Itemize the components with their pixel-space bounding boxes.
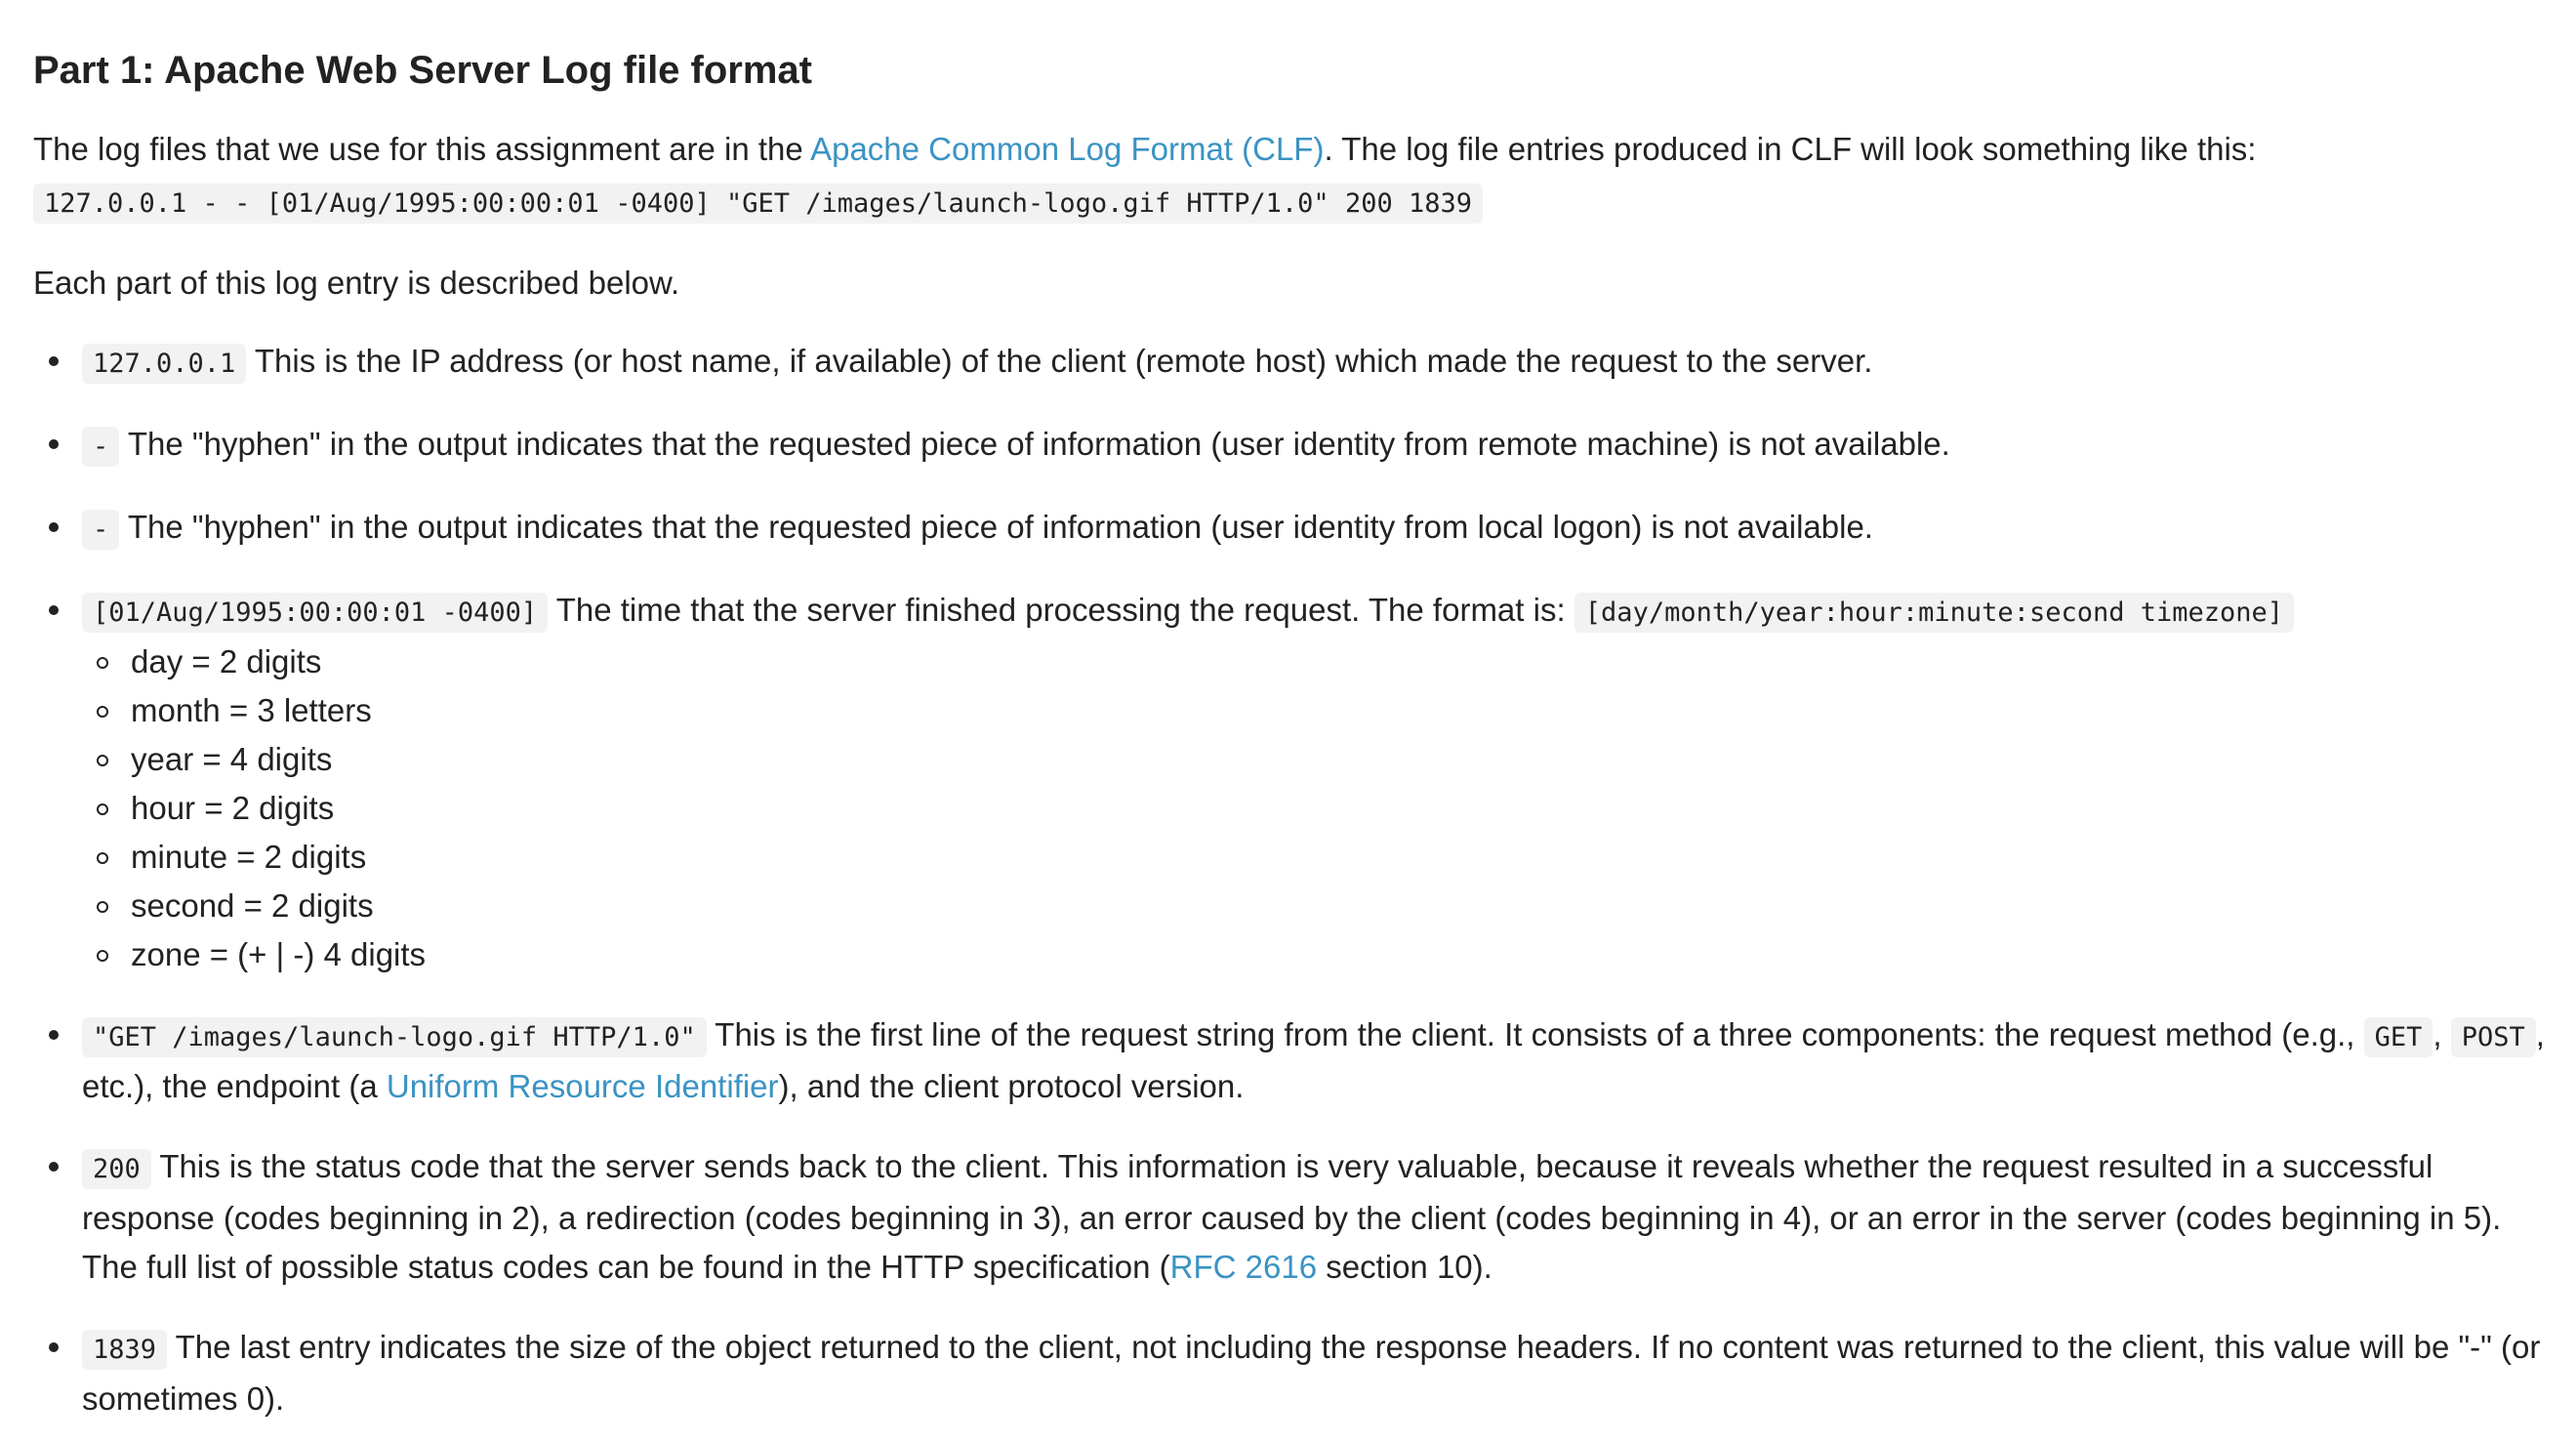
hyphen-local-description: The "hyphen" in the output indicates tha… — [119, 509, 1873, 545]
size-code: 1839 — [82, 1330, 168, 1370]
format-item-zone: zone = (+ | -) 4 digits — [82, 930, 2561, 979]
format-item-day: day = 2 digits — [82, 638, 2561, 686]
intro-text-after: . The log file entries produced in CLF w… — [1324, 131, 2257, 167]
sample-log-line: 127.0.0.1 - - [01/Aug/1995:00:00:01 -040… — [33, 178, 2576, 227]
format-item-year: year = 4 digits — [82, 735, 2561, 784]
status-code: 200 — [82, 1149, 151, 1189]
hyphen-local-code: - — [82, 510, 120, 550]
document-page: Part 1: Apache Web Server Log file forma… — [0, 0, 2576, 1442]
format-item-second: second = 2 digits — [82, 882, 2561, 930]
ip-description: This is the IP address (or host name, if… — [246, 343, 1873, 379]
list-item-time: [01/Aug/1995:00:00:01 -0400] The time th… — [33, 586, 2561, 979]
post-method-code: POST — [2450, 1017, 2536, 1057]
list-item-request: "GET /images/launch-logo.gif HTTP/1.0" T… — [33, 1010, 2561, 1111]
status-description-2: section 10). — [1317, 1249, 1492, 1285]
format-item-month: month = 3 letters — [82, 686, 2561, 735]
hyphen-remote-code: - — [82, 427, 120, 467]
list-item-size: 1839 The last entry indicates the size o… — [33, 1323, 2561, 1423]
rfc-2616-link[interactable]: RFC 2616 — [1170, 1249, 1317, 1285]
size-description: The last entry indicates the size of the… — [82, 1329, 2541, 1417]
method-separator: , — [2433, 1016, 2451, 1052]
request-description-1: This is the first line of the request st… — [706, 1016, 2364, 1052]
format-item-minute: minute = 2 digits — [82, 833, 2561, 882]
intro-paragraph: The log files that we use for this assig… — [33, 125, 2576, 174]
page-title: Part 1: Apache Web Server Log file forma… — [33, 49, 812, 92]
log-field-list: 127.0.0.1 This is the IP address (or hos… — [33, 337, 2561, 1423]
list-item-hyphen-remote: - The "hyphen" in the output indicates t… — [33, 420, 2561, 472]
time-description: The time that the server finished proces… — [548, 592, 1574, 628]
list-item-ip: 127.0.0.1 This is the IP address (or hos… — [33, 337, 2561, 389]
hyphen-remote-description: The "hyphen" in the output indicates tha… — [119, 426, 1950, 462]
time-format-code: [day/month/year:hour:minute:second timez… — [1574, 593, 2295, 633]
ip-code: 127.0.0.1 — [82, 344, 247, 384]
request-code: "GET /images/launch-logo.gif HTTP/1.0" — [82, 1017, 707, 1057]
request-description-3: ), and the client protocol version. — [778, 1068, 1245, 1104]
get-method-code: GET — [2363, 1017, 2433, 1057]
each-part-paragraph: Each part of this log entry is described… — [33, 265, 680, 301]
list-item-status: 200 This is the status code that the ser… — [33, 1142, 2561, 1292]
uri-link[interactable]: Uniform Resource Identifier — [387, 1068, 779, 1104]
intro-text-before: The log files that we use for this assig… — [33, 131, 811, 167]
format-item-hour: hour = 2 digits — [82, 784, 2561, 833]
sample-log-code: 127.0.0.1 - - [01/Aug/1995:00:00:01 -040… — [33, 184, 1483, 224]
clf-link[interactable]: Apache Common Log Format (CLF) — [810, 131, 1324, 167]
list-item-hyphen-local: - The "hyphen" in the output indicates t… — [33, 503, 2561, 555]
time-code: [01/Aug/1995:00:00:01 -0400] — [82, 593, 549, 633]
time-format-list: day = 2 digits month = 3 letters year = … — [82, 638, 2561, 979]
